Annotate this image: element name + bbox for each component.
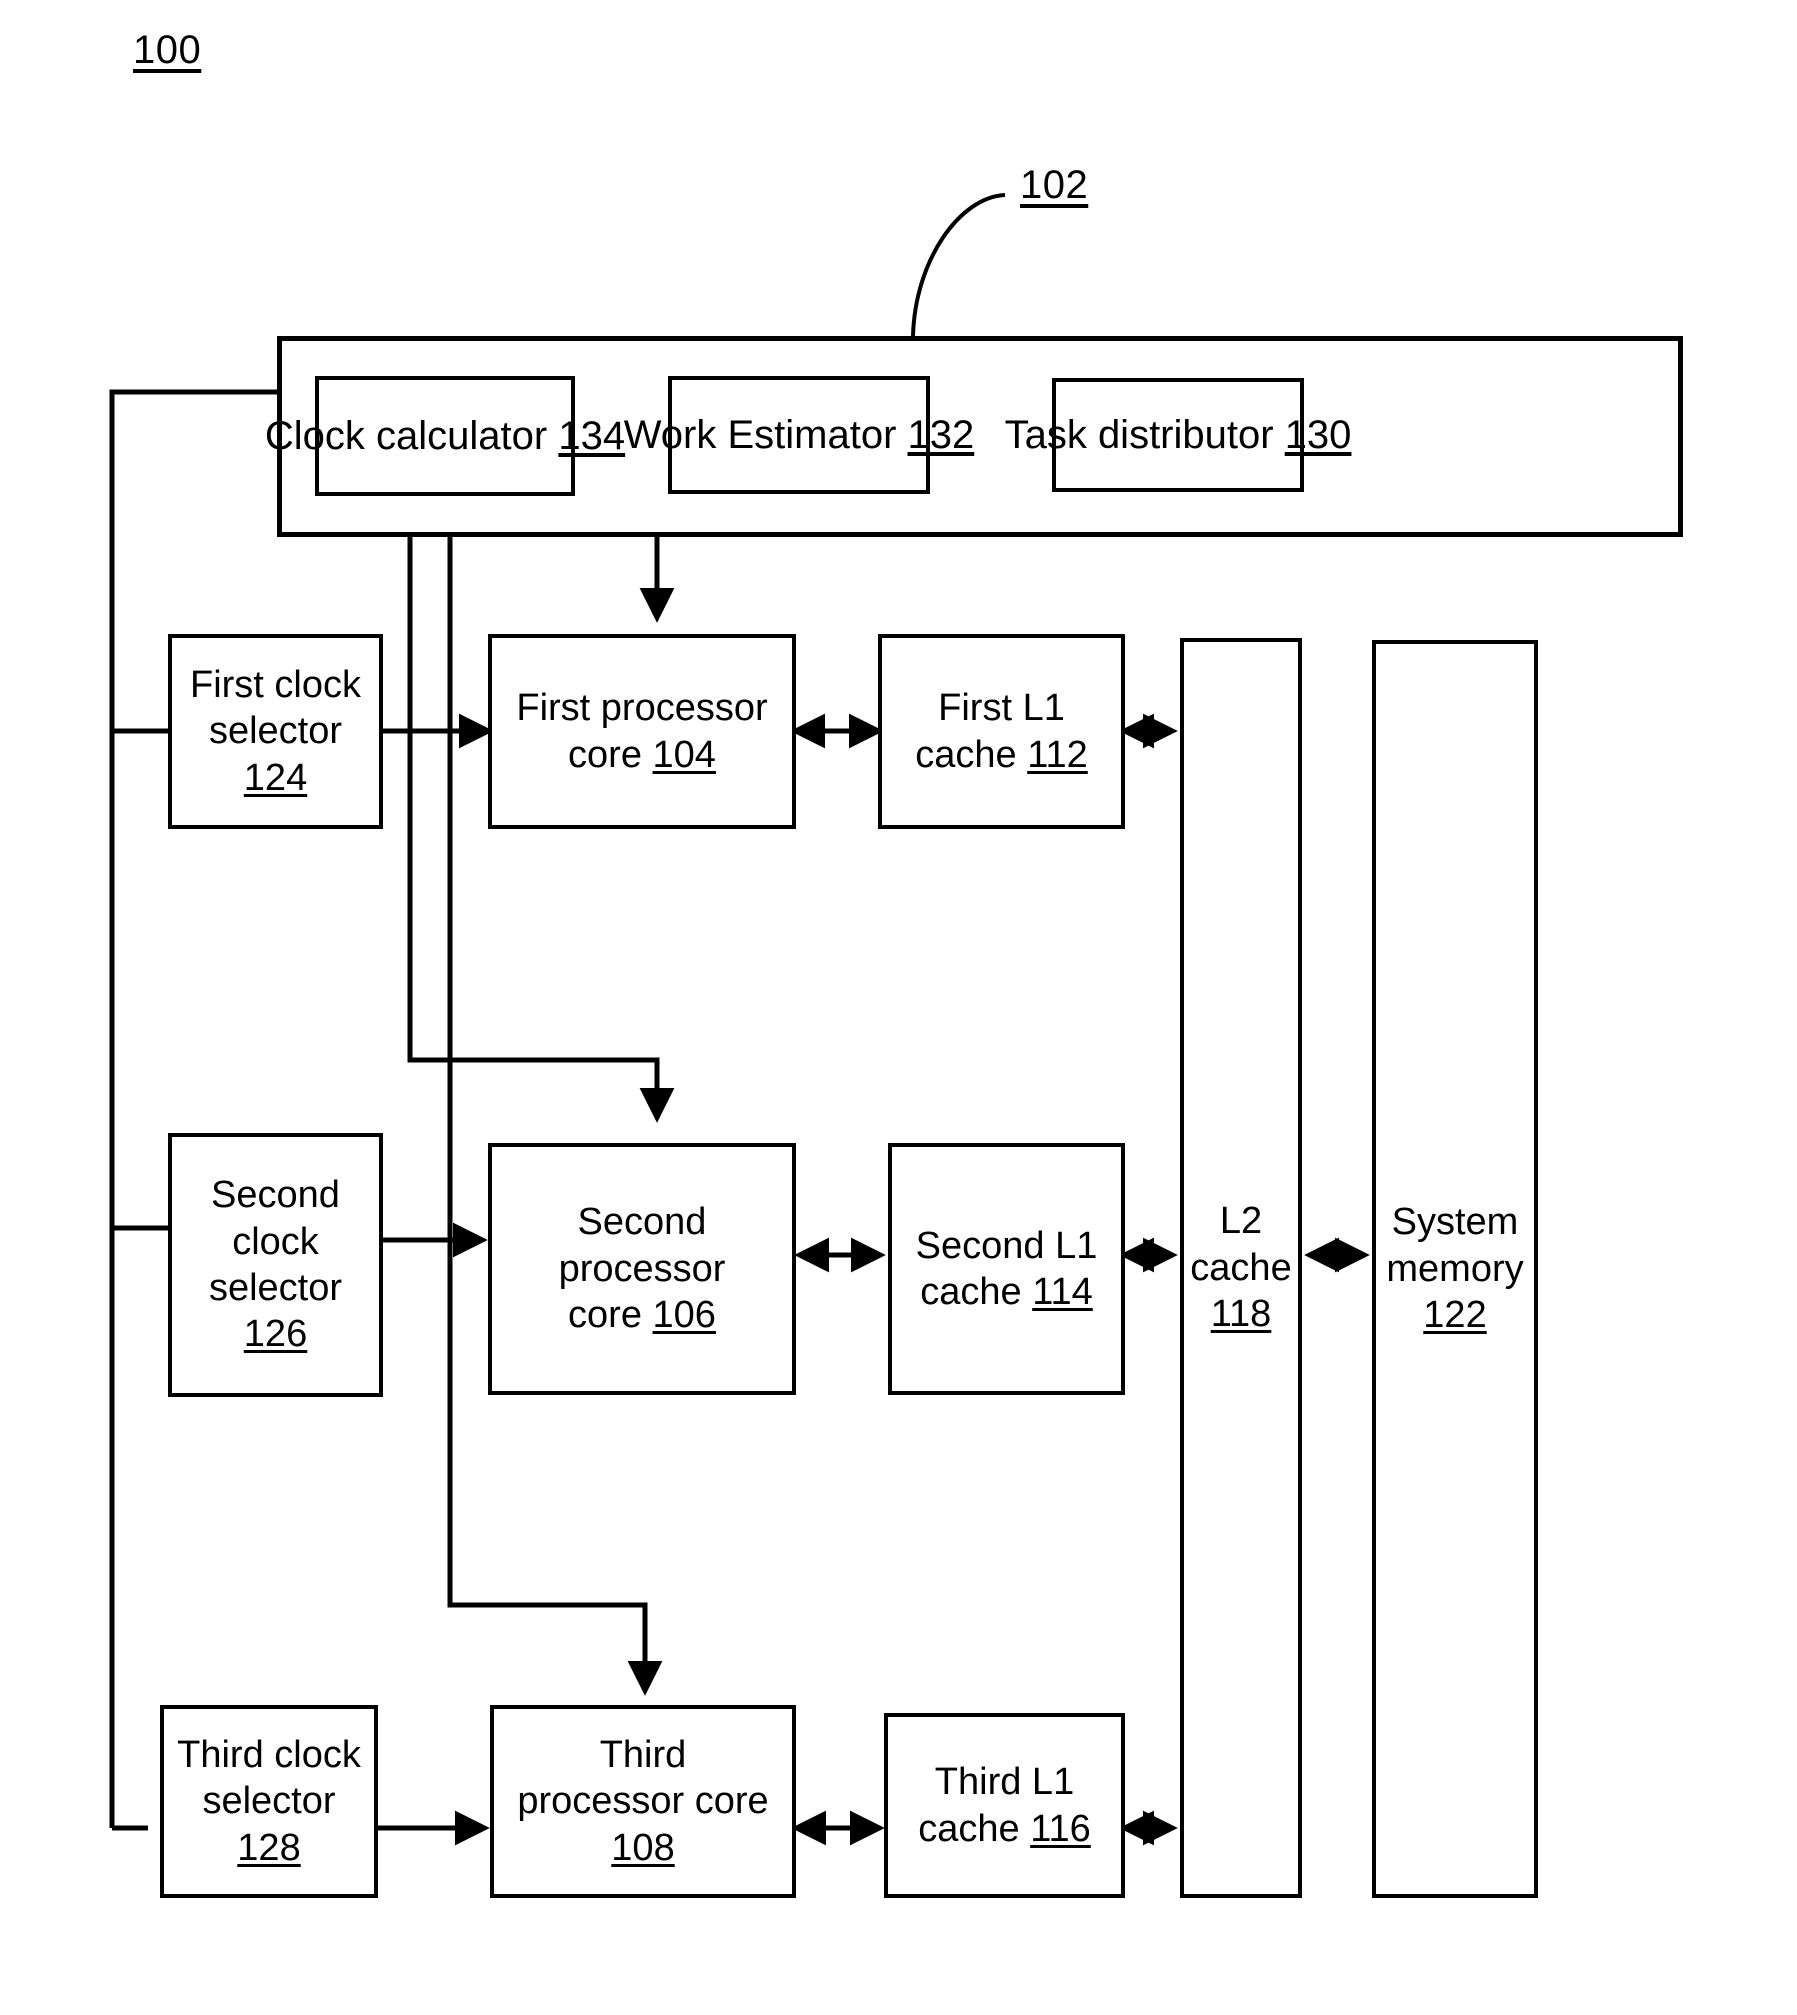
second-clock-selector-ref: 126 — [243, 1313, 308, 1356]
first-clock-selector-line1: First clock — [190, 663, 361, 706]
second-processor-core-ref: 106 — [652, 1294, 716, 1337]
system-memory-line2: memory — [1386, 1247, 1524, 1290]
third-l1-cache-ref: 116 — [1030, 1807, 1091, 1850]
task-distributor-box[interactable]: Task distributor 130 — [1005, 378, 1351, 492]
second-l1-cache-ref: 114 — [1032, 1271, 1093, 1313]
system-reference-label: 102 — [1020, 163, 1089, 207]
second-l1-cache-line2: cache 114 — [920, 1269, 1093, 1315]
second-clock-selector-line1: Second — [211, 1174, 340, 1217]
system-memory-ref: 122 — [1423, 1294, 1487, 1337]
second-processor-core-box[interactable]: Second processor core 106 — [488, 1143, 796, 1395]
third-l1-cache-line1: Third L1 — [934, 1761, 1075, 1804]
first-l1-cache-box[interactable]: First L1 cache 112 — [878, 634, 1125, 829]
first-processor-core-line2: core 104 — [568, 732, 716, 778]
task-distributor-text: Task distributor 130 — [1005, 411, 1352, 460]
leader-line-102 — [911, 193, 1006, 337]
second-l1-cache-line1: Second L1 — [915, 1224, 1098, 1267]
third-processor-core-ref: 108 — [611, 1826, 675, 1869]
second-l1-cache-box[interactable]: Second L1 cache 114 — [888, 1143, 1125, 1395]
third-clock-selector-line1: Third clock — [177, 1733, 361, 1776]
first-l1-cache-line1: First L1 — [938, 687, 1065, 730]
work-estimator-ref: 132 — [907, 412, 975, 457]
first-processor-core-line1: First processor — [516, 687, 768, 730]
work-estimator-label: Work Estimator — [623, 412, 897, 457]
l2-cache-box[interactable]: L2 cache 118 — [1180, 638, 1302, 1898]
third-clock-selector-line2: selector — [202, 1780, 336, 1823]
second-l1-cache-line2-text: cache — [920, 1271, 1022, 1313]
system-memory-line1: System — [1391, 1201, 1519, 1244]
patent-figure-block-diagram: 100 102 Clock calculator 134 Work Estima… — [0, 0, 1797, 2015]
l2-cache-ref: 118 — [1210, 1293, 1272, 1336]
third-clock-selector-box[interactable]: Third clock selector 128 — [160, 1705, 378, 1898]
first-l1-cache-line2: cache 112 — [915, 732, 1088, 778]
first-processor-core-line2-text: core — [568, 733, 642, 776]
first-l1-cache-ref: 112 — [1027, 733, 1088, 776]
third-processor-core-box[interactable]: Third processor core 108 — [490, 1705, 796, 1898]
third-l1-cache-box[interactable]: Third L1 cache 116 — [884, 1713, 1125, 1898]
second-processor-core-line3: core 106 — [568, 1292, 716, 1338]
work-estimator-text: Work Estimator 132 — [624, 411, 975, 460]
first-clock-selector-box[interactable]: First clock selector 124 — [168, 634, 383, 829]
first-clock-selector-line2: selector — [208, 710, 343, 753]
third-clock-selector-ref: 128 — [237, 1826, 301, 1869]
second-processor-core-line3-text: core — [568, 1294, 642, 1337]
second-processor-core-line1: Second — [577, 1201, 707, 1244]
first-processor-core-ref: 104 — [652, 733, 716, 776]
system-memory-box[interactable]: System memory 122 — [1372, 640, 1538, 1898]
l2-cache-line1: L2 — [1219, 1200, 1263, 1243]
clock-calculator-box[interactable]: Clock calculator 134 — [265, 376, 625, 496]
task-distributor-ref: 130 — [1284, 412, 1352, 457]
first-l1-cache-line2-text: cache — [915, 733, 1017, 776]
work-estimator-box[interactable]: Work Estimator 132 — [624, 376, 974, 494]
third-processor-core-line1: Third — [599, 1733, 687, 1776]
task-distributor-label: Task distributor — [1004, 412, 1274, 457]
second-clock-selector-line3: selector — [208, 1267, 343, 1309]
third-l1-cache-line2: cache 116 — [918, 1806, 1091, 1852]
clock-calculator-ref: 134 — [558, 413, 626, 458]
third-l1-cache-line2-text: cache — [918, 1807, 1020, 1850]
clock-calculator-label: Clock calculator — [264, 413, 548, 458]
first-processor-core-box[interactable]: First processor core 104 — [488, 634, 796, 829]
l2-cache-line2: cache — [1190, 1246, 1292, 1289]
clock-calculator-text: Clock calculator 134 — [265, 412, 625, 461]
first-clock-selector-ref: 124 — [243, 756, 308, 799]
clock-bus-vertical — [109, 389, 277, 1828]
second-processor-core-line2: processor — [558, 1247, 726, 1290]
second-clock-selector-box[interactable]: Second clock selector 126 — [168, 1133, 383, 1397]
second-clock-selector-line2: clock — [232, 1220, 319, 1263]
figure-number-label: 100 — [133, 28, 202, 72]
third-processor-core-line2: processor core — [517, 1780, 769, 1823]
